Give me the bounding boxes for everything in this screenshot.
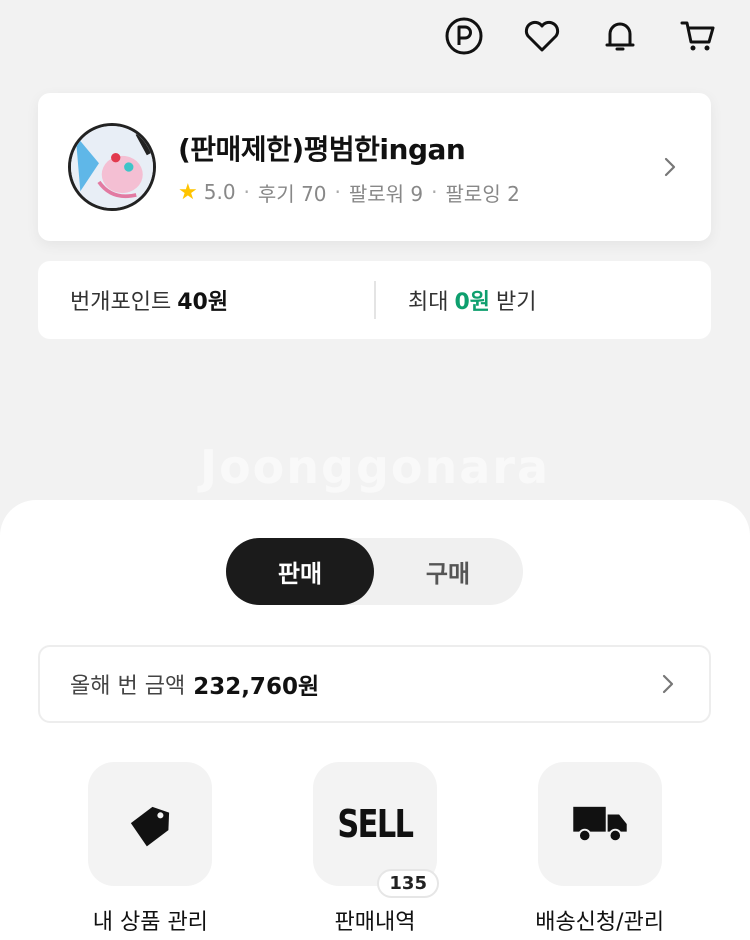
my-page: (판매제한)평범한ingan ★ 5.0 · 후기 70 · 팔로워 9 · 팔… (0, 0, 750, 940)
rating-value: 5.0 (203, 180, 236, 204)
max-prefix: 최대 (408, 290, 449, 315)
earnings-label: 올해 번 금액 (70, 674, 186, 699)
bell-icon[interactable] (598, 14, 642, 58)
following-count[interactable]: 팔로잉 2 (446, 178, 520, 207)
truck-icon (537, 762, 662, 886)
profile-stats: ★ 5.0 · 후기 70 · 팔로워 9 · 팔로잉 2 (178, 178, 659, 207)
menu-sales-history[interactable]: SELL 135 판매내역 (275, 762, 475, 936)
max-value: 0원 (454, 290, 491, 315)
tab-sell[interactable]: 판매 (226, 538, 374, 605)
sell-icon-text: SELL (337, 802, 414, 846)
menu-label: 내 상품 관리 (92, 910, 208, 935)
review-count[interactable]: 후기 70 (258, 178, 327, 207)
sales-count-badge: 135 (377, 869, 439, 898)
earnings-text: 올해 번 금액 232,760원 (70, 667, 657, 701)
profile-info: (판매제한)평범한ingan ★ 5.0 · 후기 70 · 팔로워 9 · 팔… (178, 128, 659, 207)
bottom-sheet: 판매 구매 올해 번 금액 232,760원 내 상품 관리 SELL 135 (0, 500, 750, 940)
chevron-right-icon (662, 674, 674, 694)
separator-dot: · (431, 180, 438, 204)
profile-card[interactable]: (판매제한)평범한ingan ★ 5.0 · 후기 70 · 팔로워 9 · 팔… (38, 93, 711, 241)
points-label: 번개포인트 (70, 290, 172, 315)
tab-buy[interactable]: 구매 (374, 538, 522, 605)
follower-count[interactable]: 팔로워 9 (349, 178, 423, 207)
sell-buy-toggle: 판매 구매 (226, 538, 523, 605)
chevron-right-icon (664, 157, 676, 177)
earnings-value: 232,760원 (193, 674, 320, 700)
max-suffix: 받기 (496, 290, 537, 315)
sell-icon: SELL 135 (312, 762, 439, 898)
seller-menu: 내 상품 관리 SELL 135 판매내역 배송신청/관리 (0, 762, 750, 936)
menu-label: 배송신청/관리 (535, 910, 665, 935)
profile-name: (판매제한)평범한ingan (178, 132, 466, 166)
points-value: 40원 (177, 290, 229, 315)
separator-dot: · (334, 180, 341, 204)
menu-my-products[interactable]: 내 상품 관리 (50, 762, 250, 936)
yearly-earnings[interactable]: 올해 번 금액 232,760원 (38, 645, 711, 723)
top-icon-bar (442, 14, 720, 58)
menu-label: 판매내역 (334, 910, 416, 935)
star-icon: ★ (178, 179, 198, 205)
separator-dot: · (243, 180, 250, 204)
points-card: 번개포인트 40원 최대 0원 받기 (38, 261, 711, 339)
bungae-points[interactable]: 번개포인트 40원 (38, 284, 374, 316)
cart-icon[interactable] (676, 14, 720, 58)
price-tag-icon (88, 762, 213, 886)
max-reward[interactable]: 최대 0원 받기 (376, 284, 711, 316)
menu-shipping[interactable]: 배송신청/관리 (500, 762, 700, 936)
watermark: Joonggonara (199, 440, 551, 494)
point-icon[interactable] (442, 14, 486, 58)
avatar (68, 123, 156, 211)
heart-icon[interactable] (520, 14, 564, 58)
